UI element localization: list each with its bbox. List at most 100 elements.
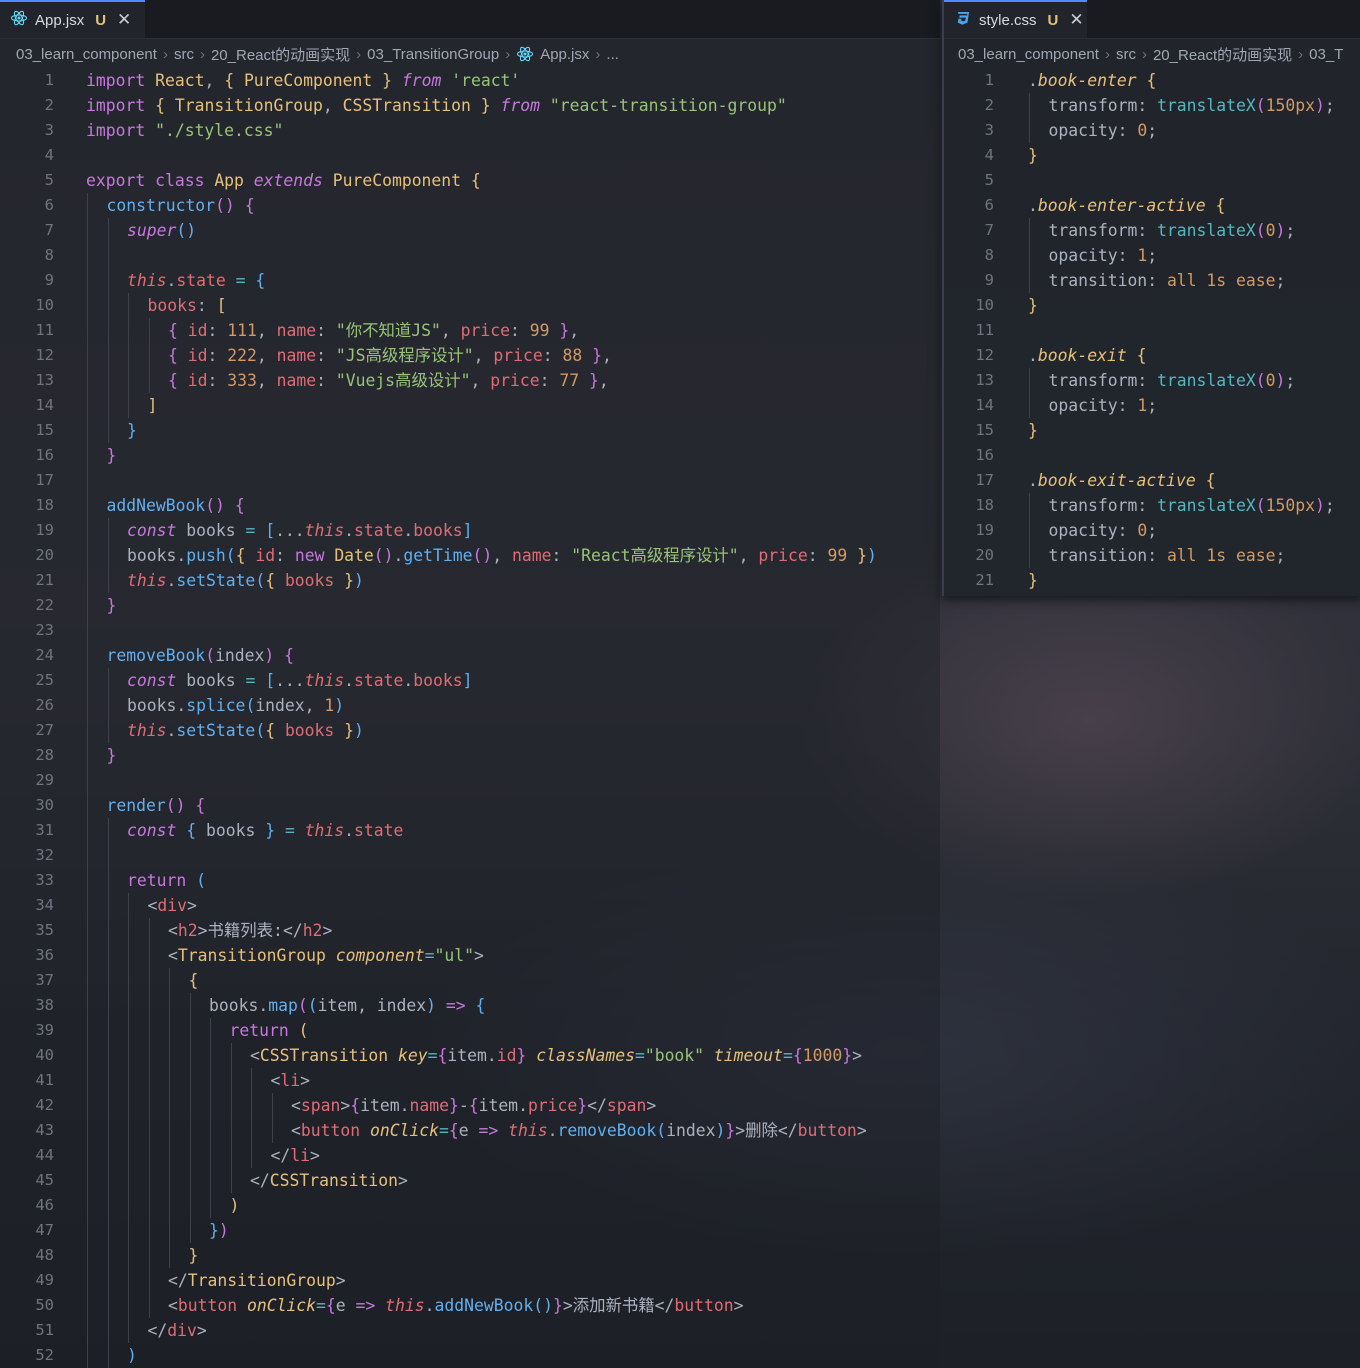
code-line[interactable]: 30 render() {	[0, 793, 940, 818]
code-line[interactable]: 12 { id: 222, name: "JS高级程序设计", price: 88…	[0, 343, 940, 368]
indent-guide	[148, 968, 150, 993]
code-line[interactable]: 9 this.state = {	[0, 268, 940, 293]
code-line[interactable]: 44 </li>	[0, 1143, 940, 1168]
code-line[interactable]: 11	[944, 318, 1360, 343]
code-line[interactable]: 32	[0, 843, 940, 868]
code-line[interactable]: 35 <h2>书籍列表:</h2>	[0, 918, 940, 943]
code-line[interactable]: 1 .book-enter {	[944, 68, 1360, 93]
code-line[interactable]: 22}	[0, 593, 940, 618]
code-line[interactable]: 3 import "./style.css"	[0, 118, 940, 143]
code-line[interactable]: 20 transition: all 1s ease;	[944, 543, 1360, 568]
close-icon[interactable]: ✕	[1069, 10, 1083, 30]
code-line[interactable]: 51 </div>	[0, 1318, 940, 1343]
indent-guide	[107, 893, 109, 918]
code-line[interactable]: 11 { id: 111, name: "你不知道JS", price: 99 }…	[0, 318, 940, 343]
code-line[interactable]: 2 transform: translateX(150px);	[944, 93, 1360, 118]
code-line[interactable]: 26 books.splice(index, 1)	[0, 693, 940, 718]
indent-guide	[107, 693, 109, 718]
line-number: 31	[35, 821, 54, 839]
code-line[interactable]: 21 this.setState({ books })	[0, 568, 940, 593]
code-line[interactable]: 3 opacity: 0;	[944, 118, 1360, 143]
code-line[interactable]: 7 transform: translateX(0);	[944, 218, 1360, 243]
code-line[interactable]: 9 transition: all 1s ease;	[944, 268, 1360, 293]
code-line[interactable]: 14]	[0, 393, 940, 418]
code-line[interactable]: 16}	[0, 443, 940, 468]
code-line[interactable]: 8	[0, 243, 940, 268]
code-text: export class App extends PureComponent {	[86, 171, 481, 190]
code-line[interactable]: 17 .book-exit-active {	[944, 468, 1360, 493]
code-text: )	[127, 1346, 137, 1365]
breadcrumb-item[interactable]: App.jsx	[540, 46, 589, 63]
code-line[interactable]: 28}	[0, 743, 940, 768]
code-line[interactable]: 19 opacity: 0;	[944, 518, 1360, 543]
code-line[interactable]: 17	[0, 468, 940, 493]
breadcrumb-item[interactable]: 03_T	[1309, 46, 1343, 63]
code-line[interactable]: 50 <button onClick={e => this.addNewBook(…	[0, 1293, 940, 1318]
code-line[interactable]: 10}	[944, 293, 1360, 318]
code-line[interactable]: 41 <li>	[0, 1068, 940, 1093]
code-line[interactable]: 48}	[0, 1243, 940, 1268]
code-line[interactable]: 10 books: [	[0, 293, 940, 318]
code-editor-style-css[interactable]: 1 .book-enter {2 transform: translateX(150…	[944, 68, 1360, 596]
code-line[interactable]: 42 <span>{item.name}-{item.price}</span>	[0, 1093, 940, 1118]
code-line[interactable]: 21}	[944, 568, 1360, 593]
code-line[interactable]: 13 { id: 333, name: "Vuejs高级设计", price: 7…	[0, 368, 940, 393]
code-line[interactable]: 24 removeBook(index) {	[0, 643, 940, 668]
code-line[interactable]: 23	[0, 618, 940, 643]
line-number: 18	[975, 496, 994, 514]
code-line[interactable]: 31 const { books } = this.state	[0, 818, 940, 843]
code-line[interactable]: 4}	[944, 143, 1360, 168]
code-line[interactable]: 47})	[0, 1218, 940, 1243]
code-line[interactable]: 39 return (	[0, 1018, 940, 1043]
code-line[interactable]: 33 return (	[0, 868, 940, 893]
breadcrumb-item[interactable]: 03_TransitionGroup	[367, 46, 499, 63]
breadcrumb-item[interactable]: ...	[606, 46, 619, 63]
code-editor-app-jsx[interactable]: 1 import React, { PureComponent } from 'r…	[0, 68, 940, 1368]
code-line[interactable]: 52)	[0, 1343, 940, 1368]
code-line[interactable]: 6 .book-enter-active {	[944, 193, 1360, 218]
breadcrumb-item[interactable]: 03_learn_component	[16, 46, 157, 63]
breadcrumb-item[interactable]: src	[174, 46, 194, 63]
code-text: }	[106, 746, 117, 765]
code-line[interactable]: 19 const books = [...this.state.books]	[0, 518, 940, 543]
tab-style-css[interactable]: style.css U ✕	[944, 0, 1087, 38]
code-line[interactable]: 5 export class App extends PureComponent …	[0, 168, 940, 193]
code-text: }	[127, 421, 137, 440]
code-line[interactable]: 49 </TransitionGroup>	[0, 1268, 940, 1293]
code-line[interactable]: 38 books.map((item, index) => {	[0, 993, 940, 1018]
code-line[interactable]: 27 this.setState({ books })	[0, 718, 940, 743]
code-line[interactable]: 12 .book-exit {	[944, 343, 1360, 368]
code-line[interactable]: 29	[0, 768, 940, 793]
tab-app-jsx[interactable]: App.jsx U ✕	[0, 0, 145, 38]
code-line[interactable]: 15}	[944, 418, 1360, 443]
breadcrumb-item[interactable]: 20_React的动画实现	[1153, 44, 1292, 65]
code-line[interactable]: 13 transform: translateX(0);	[944, 368, 1360, 393]
code-line[interactable]: 37 {	[0, 968, 940, 993]
code-line[interactable]: 34 <div>	[0, 893, 940, 918]
code-line[interactable]: 1 import React, { PureComponent } from 'r…	[0, 68, 940, 93]
code-line[interactable]: 8 opacity: 1;	[944, 243, 1360, 268]
code-line[interactable]: 40 <CSSTransition key={item.id} className…	[0, 1043, 940, 1068]
code-line[interactable]: 18 addNewBook() {	[0, 493, 940, 518]
breadcrumb-item[interactable]: 20_React的动画实现	[211, 44, 350, 65]
close-icon[interactable]: ✕	[117, 10, 131, 30]
code-line[interactable]: 2 import { TransitionGroup, CSSTransition…	[0, 93, 940, 118]
code-line[interactable]: 14 opacity: 1;	[944, 393, 1360, 418]
code-line[interactable]: 18 transform: translateX(150px);	[944, 493, 1360, 518]
code-line[interactable]: 4	[0, 143, 940, 168]
code-line[interactable]: 46)	[0, 1193, 940, 1218]
breadcrumb-item[interactable]: src	[1116, 46, 1136, 63]
line-number: 52	[35, 1346, 54, 1364]
code-line[interactable]: 15}	[0, 418, 940, 443]
code-line[interactable]: 43 <button onClick={e => this.removeBook(…	[0, 1118, 940, 1143]
code-line[interactable]: 6 constructor() {	[0, 193, 940, 218]
code-text: }	[188, 1246, 199, 1265]
code-line[interactable]: 36 <TransitionGroup component="ul">	[0, 943, 940, 968]
code-line[interactable]: 25 const books = [...this.state.books]	[0, 668, 940, 693]
code-line[interactable]: 7 super()	[0, 218, 940, 243]
code-line[interactable]: 45 </CSSTransition>	[0, 1168, 940, 1193]
code-line[interactable]: 20 books.push({ id: new Date().getTime(),…	[0, 543, 940, 568]
code-line[interactable]: 16	[944, 443, 1360, 468]
code-line[interactable]: 5	[944, 168, 1360, 193]
breadcrumb-item[interactable]: 03_learn_component	[958, 46, 1099, 63]
